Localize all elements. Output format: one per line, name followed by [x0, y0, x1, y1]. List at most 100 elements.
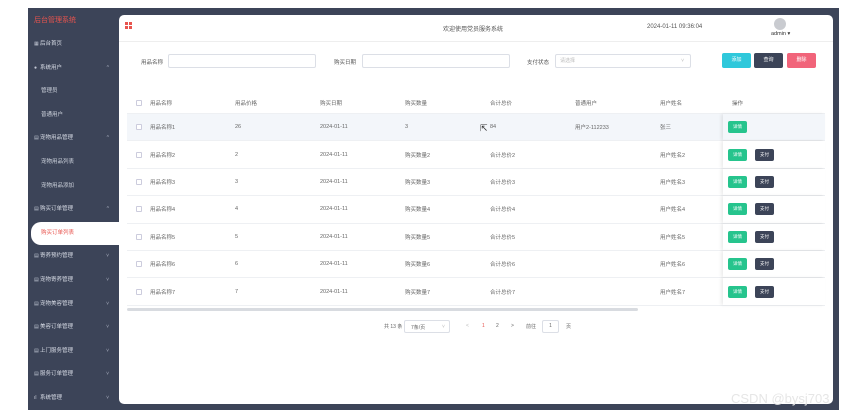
table-cell-uname: 用户姓名6: [660, 262, 686, 269]
table-cell-uname: 张三: [660, 125, 672, 132]
row-checkbox[interactable]: [136, 233, 142, 240]
name-input[interactable]: [168, 54, 316, 68]
row-checkbox[interactable]: [136, 288, 142, 295]
table-cell-date: 2024-01-11: [320, 206, 348, 213]
table-cell-uname: 用户姓名2: [660, 152, 686, 159]
sidebar-item-12[interactable]: ▤美容订单管理 ˅: [28, 316, 119, 340]
sidebar-item-8[interactable]: 购买订单列表: [31, 221, 119, 246]
detail-button[interactable]: 详情: [728, 203, 747, 216]
main-content: 欢迎使用党员服务系统 2024-01-11 09:36:04 admin ▾ 用…: [119, 15, 833, 404]
table-cell-total: 合计总价4: [490, 207, 516, 214]
table-row: 用品名称1 26 2024-01-11 3 84 用户2-112233 张三 详情: [127, 114, 825, 142]
row-checkbox[interactable]: [136, 151, 142, 158]
sidebar-item-label: 系统管理: [40, 394, 63, 401]
page-2[interactable]: 2: [496, 323, 499, 329]
sidebar-item-5[interactable]: 宠物用品列表: [28, 151, 119, 175]
sidebar-item-7[interactable]: ▤购买订单管理 ^: [28, 198, 119, 222]
sidebar-item-3[interactable]: 普通用户: [28, 104, 119, 128]
next-page-button[interactable]: >: [511, 323, 514, 329]
sidebar-item-13[interactable]: ▤上门服务管理 ˅: [28, 340, 119, 364]
detail-button[interactable]: 详情: [728, 230, 747, 243]
chevron-icon: ˅: [106, 253, 109, 260]
row-actions: 详情 支付: [723, 168, 825, 196]
chevron-icon: ^: [106, 64, 109, 71]
table-row: 用品名称2 2 2024-01-11 购买数量2 合计总价2 用户姓名2 详情 支付: [127, 141, 825, 169]
row-checkbox[interactable]: [136, 178, 142, 185]
row-actions: 详情 支付: [723, 196, 825, 223]
status-select[interactable]: 请选择 ˅: [555, 54, 691, 68]
pay-button[interactable]: 支付: [755, 148, 774, 161]
table-cell-total: 合计总价2: [490, 152, 516, 159]
status-label: 支付状态: [527, 60, 550, 66]
select-all-checkbox[interactable]: [136, 99, 142, 106]
app-logo-title: 后台管理系统: [34, 17, 76, 24]
sidebar-item-15[interactable]: ıl 系统管理 ˅: [28, 387, 119, 411]
table-cell-price: 6: [235, 261, 239, 268]
table-cell-qty: 购买数量2: [405, 152, 431, 159]
sidebar-item-14[interactable]: ▤服务订单管理 ˅: [28, 363, 119, 387]
table-cell-name: 用品名称2: [150, 152, 176, 159]
table-cell-date: 2024-01-11: [320, 288, 348, 295]
table-cell-price: 7: [235, 288, 239, 295]
sidebar-item-9[interactable]: ▤寄养预约管理 ˅: [28, 245, 119, 269]
table-cell-uname: 用户姓名3: [660, 179, 686, 186]
row-checkbox[interactable]: [136, 206, 142, 213]
page-1[interactable]: 1: [482, 323, 485, 329]
query-button[interactable]: 查询: [754, 53, 783, 68]
sidebar-item-4[interactable]: ▤宠物用品管理 ^: [28, 127, 119, 151]
row-checkbox[interactable]: [136, 124, 142, 131]
table-cell-date: 2024-01-11: [320, 233, 348, 240]
table-cell-price: 26: [235, 124, 242, 131]
detail-button[interactable]: 详情: [728, 175, 747, 188]
goto-input[interactable]: 1: [542, 320, 559, 333]
page-size-select[interactable]: 7条/页 ˅: [404, 320, 450, 333]
sidebar-item-2[interactable]: 管理员: [28, 80, 119, 104]
current-datetime: 2024-01-11 09:36:04: [647, 24, 703, 30]
column-header: 用品价格: [235, 100, 258, 107]
add-button[interactable]: 添加: [722, 53, 751, 68]
table-cell-qty: 购买数量3: [405, 179, 431, 186]
column-header: 用品名称: [150, 100, 173, 107]
goto-label: 前往: [526, 324, 537, 330]
row-checkbox[interactable]: [136, 261, 142, 268]
detail-button[interactable]: 详情: [728, 121, 747, 134]
pay-button[interactable]: 支付: [755, 230, 774, 243]
detail-button[interactable]: 详情: [728, 258, 747, 271]
menu-grid-icon[interactable]: [125, 22, 132, 29]
pay-button[interactable]: 支付: [755, 203, 774, 216]
table-cell-total: 合计总价6: [490, 262, 516, 269]
table-cell-qty: 购买数量4: [405, 207, 431, 214]
date-label: 购买日期: [334, 60, 357, 66]
table-cell-date: 2024-01-11: [320, 124, 348, 131]
sidebar-item-label: 系统用户: [40, 64, 63, 71]
horizontal-scrollbar[interactable]: [127, 308, 638, 311]
sidebar-item-1[interactable]: ● 系统用户 ^: [28, 57, 119, 81]
table-row: 用品名称6 6 2024-01-11 购买数量6 合计总价6 用户姓名6 详情 支付: [127, 250, 825, 279]
sidebar-item-10[interactable]: ▤宠物寄养管理 ˅: [28, 269, 119, 293]
date-input[interactable]: [362, 54, 510, 68]
prev-page-button[interactable]: <: [466, 323, 469, 329]
system-title: 欢迎使用党员服务系统: [443, 27, 504, 33]
sidebar-item-label: 寄养预约管理: [40, 253, 74, 260]
table-cell-qty: 购买数量7: [405, 289, 431, 296]
sidebar-item-6[interactable]: 宠物用品添加: [28, 175, 119, 199]
pay-button[interactable]: 支付: [755, 285, 774, 298]
delete-button[interactable]: 删除: [787, 53, 816, 68]
sidebar-item-0[interactable]: ▦后台首页: [28, 33, 119, 57]
table-cell-user: 用户2-112233: [575, 125, 609, 132]
sidebar-item-label: 购买订单管理: [40, 206, 74, 213]
sidebar-item-11[interactable]: ▤宠物美容管理 ˅: [28, 293, 119, 317]
detail-button[interactable]: 详情: [728, 285, 747, 298]
column-header: 操作: [732, 100, 744, 107]
pay-button[interactable]: 支付: [755, 175, 774, 188]
detail-button[interactable]: 详情: [728, 148, 747, 161]
user-menu[interactable]: admin ▾: [771, 31, 790, 37]
row-actions: 详情 支付: [723, 278, 825, 305]
table-header-row: 用品名称 用品价格 购买日期 购买数量 合计总价 普通用户 用户姓名 操作: [127, 92, 825, 114]
column-header: 普通用户: [575, 100, 598, 107]
table-cell-qty: 购买数量5: [405, 234, 431, 241]
sidebar-item-label: 宠物用品列表: [41, 158, 75, 165]
avatar[interactable]: [774, 18, 786, 30]
pay-button[interactable]: 支付: [755, 258, 774, 271]
sidebar-item-label: 宠物寄养管理: [40, 276, 74, 283]
